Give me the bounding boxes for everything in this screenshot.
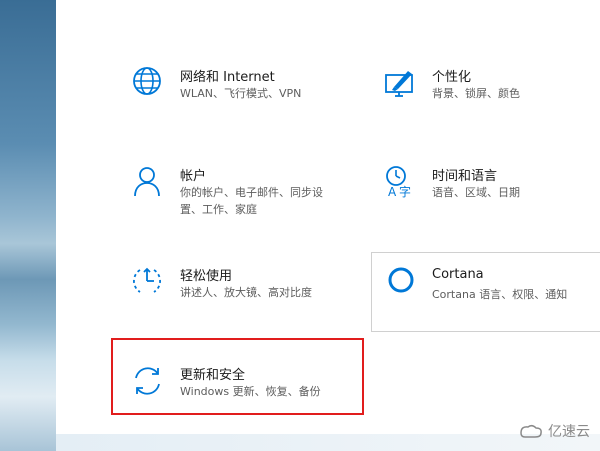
svg-text:字: 字 [399, 184, 411, 199]
tile-cortana[interactable]: Cortana Cortana 语言、权限、通知 [371, 252, 600, 332]
highlight-annotation [111, 338, 364, 415]
tile-description: 背景、锁屏、颜色 [432, 87, 520, 100]
tile-title: Cortana [432, 267, 484, 282]
tile-title: 个性化 [432, 70, 472, 85]
tile-description: 讲述人、放大镜、高对比度 [180, 286, 312, 299]
globe-icon [133, 67, 161, 95]
tile-description: 你的帐户、电子邮件、同步设置、工作、家庭 [180, 186, 323, 216]
tile-description: WLAN、飞行模式、VPN [180, 87, 302, 100]
tile-accounts[interactable]: 帐户 你的帐户、电子邮件、同步设置、工作、家庭 [132, 165, 362, 217]
tile-personalization[interactable]: 个性化 背景、锁屏、颜色 [384, 66, 584, 116]
tile-time-language[interactable]: A 字 时间和语言 语音、区域、日期 [384, 165, 584, 215]
tile-description: 语音、区域、日期 [432, 186, 520, 199]
svg-text:A: A [388, 185, 397, 199]
personalization-icon [385, 71, 413, 97]
time-language-icon: A 字 [386, 166, 411, 199]
cortana-icon [388, 267, 414, 293]
account-icon [134, 167, 160, 197]
tile-title: 网络和 Internet [180, 70, 275, 85]
tile-title: 时间和语言 [432, 169, 498, 184]
tile-title: 帐户 [180, 169, 207, 184]
tile-title: 轻松使用 [180, 269, 233, 284]
watermark: 亿速云 [518, 421, 590, 441]
tile-ease-of-access[interactable]: 轻松使用 讲述人、放大镜、高对比度 [132, 265, 362, 315]
desktop-wallpaper [0, 0, 60, 451]
watermark-logo-icon [520, 424, 542, 438]
watermark-text: 亿速云 [548, 424, 590, 440]
tile-description: Cortana 语言、权限、通知 [432, 288, 568, 301]
tile-network-internet[interactable]: 网络和 Internet WLAN、飞行模式、VPN [132, 66, 362, 116]
ease-of-access-icon [133, 267, 161, 293]
